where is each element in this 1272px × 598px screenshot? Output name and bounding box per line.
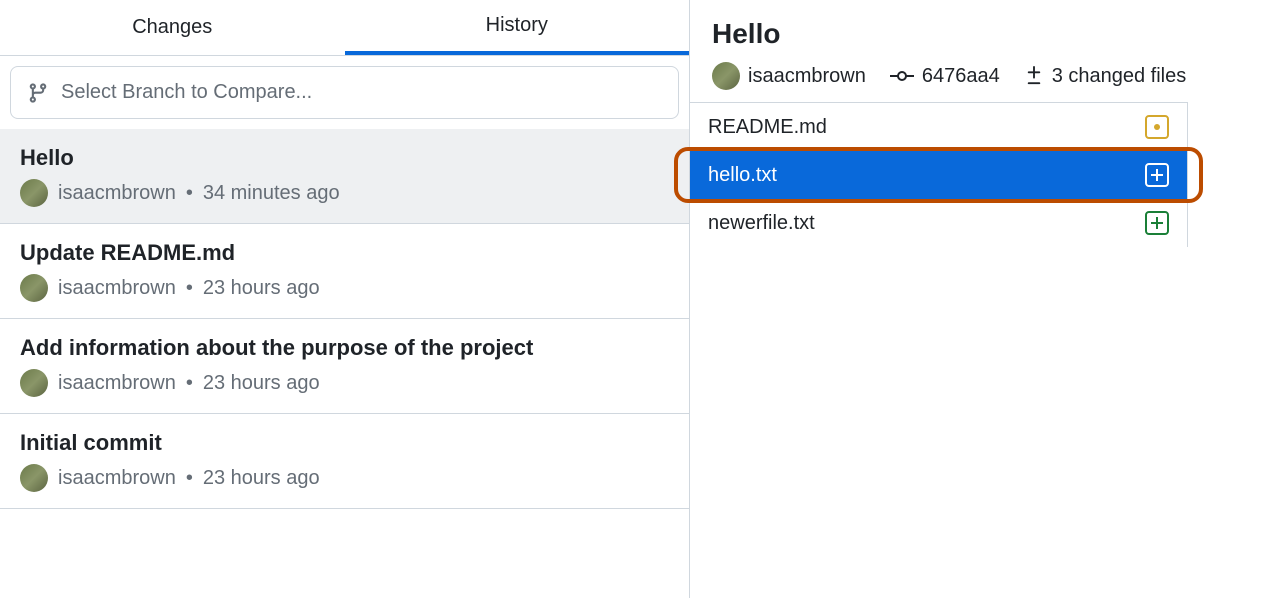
file-status-added-icon bbox=[1145, 211, 1169, 235]
left-panel: Changes History Select Branch to Compare… bbox=[0, 0, 690, 598]
commit-item[interactable]: Update README.md isaacmbrown • 23 hours … bbox=[0, 224, 689, 319]
commit-item[interactable]: Add information about the purpose of the… bbox=[0, 319, 689, 414]
commit-meta: isaacmbrown • 23 hours ago bbox=[20, 369, 669, 397]
sha-text: 6476aa4 bbox=[922, 65, 1000, 88]
separator-dot: • bbox=[186, 182, 193, 205]
commit-author: isaacmbrown bbox=[58, 182, 176, 205]
commit-author: isaacmbrown bbox=[58, 372, 176, 395]
branch-selector[interactable]: Select Branch to Compare... bbox=[10, 66, 679, 119]
file-item-hello[interactable]: hello.txt bbox=[690, 151, 1187, 199]
commit-title: Add information about the purpose of the… bbox=[20, 335, 669, 361]
avatar bbox=[20, 369, 48, 397]
commit-author: isaacmbrown bbox=[58, 467, 176, 490]
file-item-highlight-wrapper: hello.txt bbox=[690, 151, 1187, 199]
commit-time: 23 hours ago bbox=[203, 277, 320, 300]
commit-meta: isaacmbrown • 23 hours ago bbox=[20, 274, 669, 302]
commit-sha[interactable]: 6476aa4 bbox=[890, 65, 1000, 88]
commit-detail-header: Hello isaacmbrown 6476aa4 bbox=[690, 0, 1272, 102]
commit-author: isaacmbrown bbox=[58, 277, 176, 300]
avatar bbox=[20, 179, 48, 207]
commit-icon bbox=[890, 68, 914, 84]
commit-item[interactable]: Initial commit isaacmbrown • 23 hours ag… bbox=[0, 414, 689, 509]
commit-item[interactable]: Hello isaacmbrown • 34 minutes ago bbox=[0, 129, 689, 224]
avatar bbox=[712, 62, 740, 90]
right-panel: Hello isaacmbrown 6476aa4 bbox=[690, 0, 1272, 598]
commit-detail-title: Hello bbox=[712, 18, 1250, 50]
file-status-modified-icon bbox=[1145, 115, 1169, 139]
separator-dot: • bbox=[186, 372, 193, 395]
file-item-newerfile[interactable]: newerfile.txt bbox=[690, 199, 1187, 247]
branch-selector-placeholder: Select Branch to Compare... bbox=[61, 81, 312, 104]
file-item-readme[interactable]: README.md bbox=[690, 103, 1187, 151]
changed-files-text: 3 changed files bbox=[1052, 65, 1187, 88]
git-branch-icon bbox=[27, 82, 49, 104]
commit-detail-author: isaacmbrown bbox=[712, 62, 866, 90]
commit-detail-meta: isaacmbrown 6476aa4 3 changed files bbox=[712, 62, 1250, 90]
changed-files[interactable]: 3 changed files bbox=[1024, 65, 1187, 88]
tab-history[interactable]: History bbox=[345, 0, 690, 55]
commit-meta: isaacmbrown • 23 hours ago bbox=[20, 464, 669, 492]
commit-title: Initial commit bbox=[20, 430, 669, 456]
file-name: hello.txt bbox=[708, 164, 777, 187]
commit-meta: isaacmbrown • 34 minutes ago bbox=[20, 179, 669, 207]
author-name: isaacmbrown bbox=[748, 65, 866, 88]
diff-icon bbox=[1024, 66, 1044, 86]
separator-dot: • bbox=[186, 277, 193, 300]
commit-time: 34 minutes ago bbox=[203, 182, 340, 205]
tab-changes[interactable]: Changes bbox=[0, 0, 345, 55]
file-list: README.md hello.txt newerfile.txt bbox=[690, 102, 1188, 247]
commit-time: 23 hours ago bbox=[203, 372, 320, 395]
file-name: newerfile.txt bbox=[708, 212, 815, 235]
tabs: Changes History bbox=[0, 0, 689, 56]
avatar bbox=[20, 274, 48, 302]
commit-list: Hello isaacmbrown • 34 minutes ago Updat… bbox=[0, 129, 689, 509]
avatar bbox=[20, 464, 48, 492]
file-status-added-icon bbox=[1145, 163, 1169, 187]
commit-title: Hello bbox=[20, 145, 669, 171]
commit-time: 23 hours ago bbox=[203, 467, 320, 490]
separator-dot: • bbox=[186, 467, 193, 490]
file-name: README.md bbox=[708, 116, 827, 139]
commit-title: Update README.md bbox=[20, 240, 669, 266]
